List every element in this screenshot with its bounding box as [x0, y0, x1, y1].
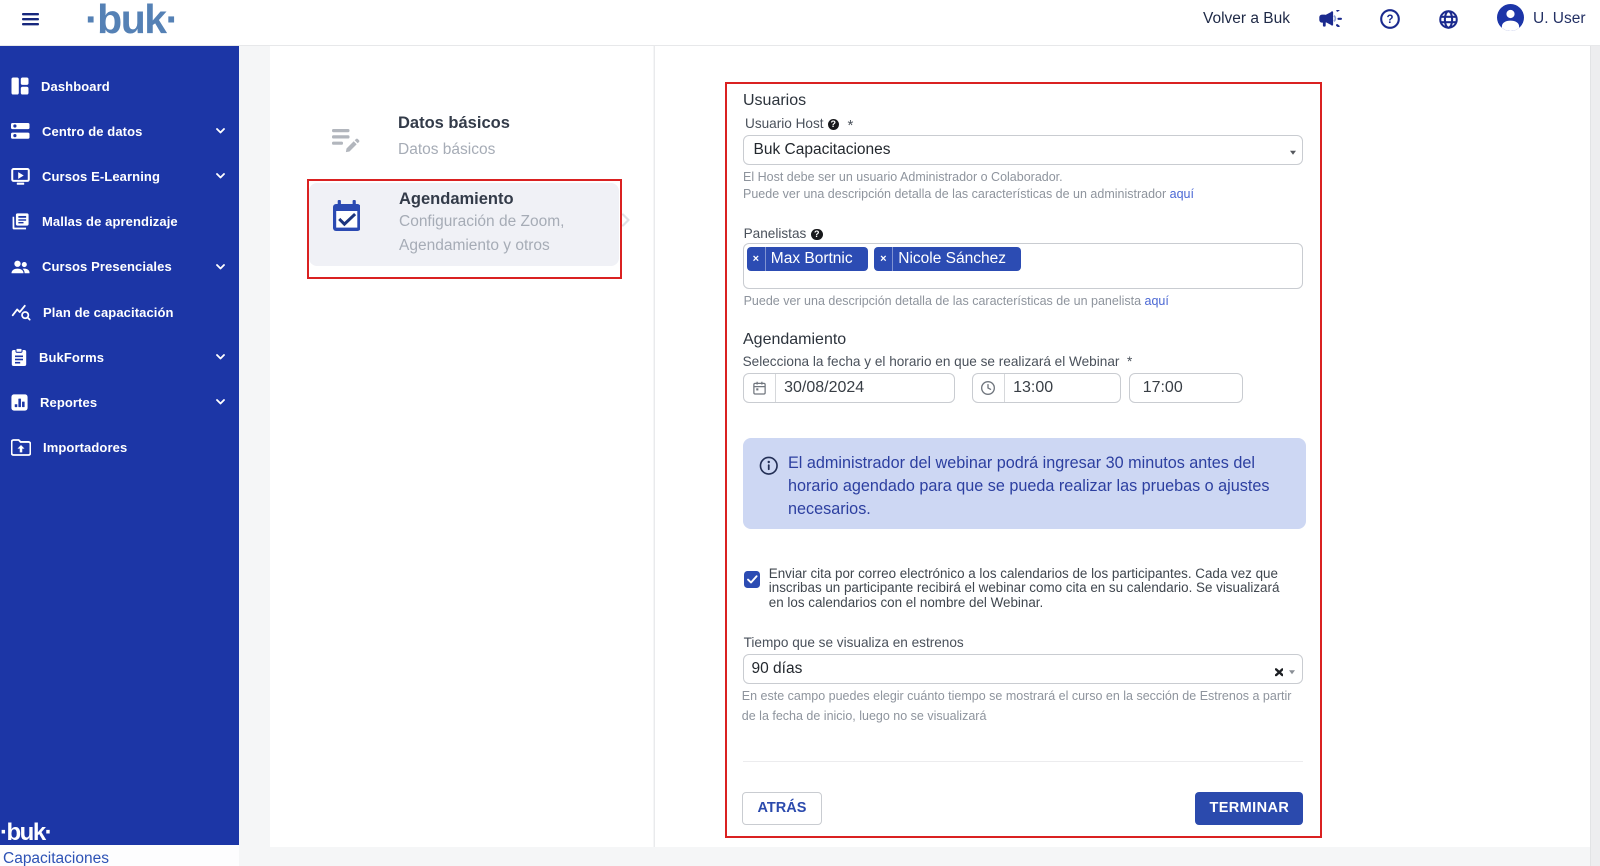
svg-text:?: ? — [1386, 14, 1393, 26]
